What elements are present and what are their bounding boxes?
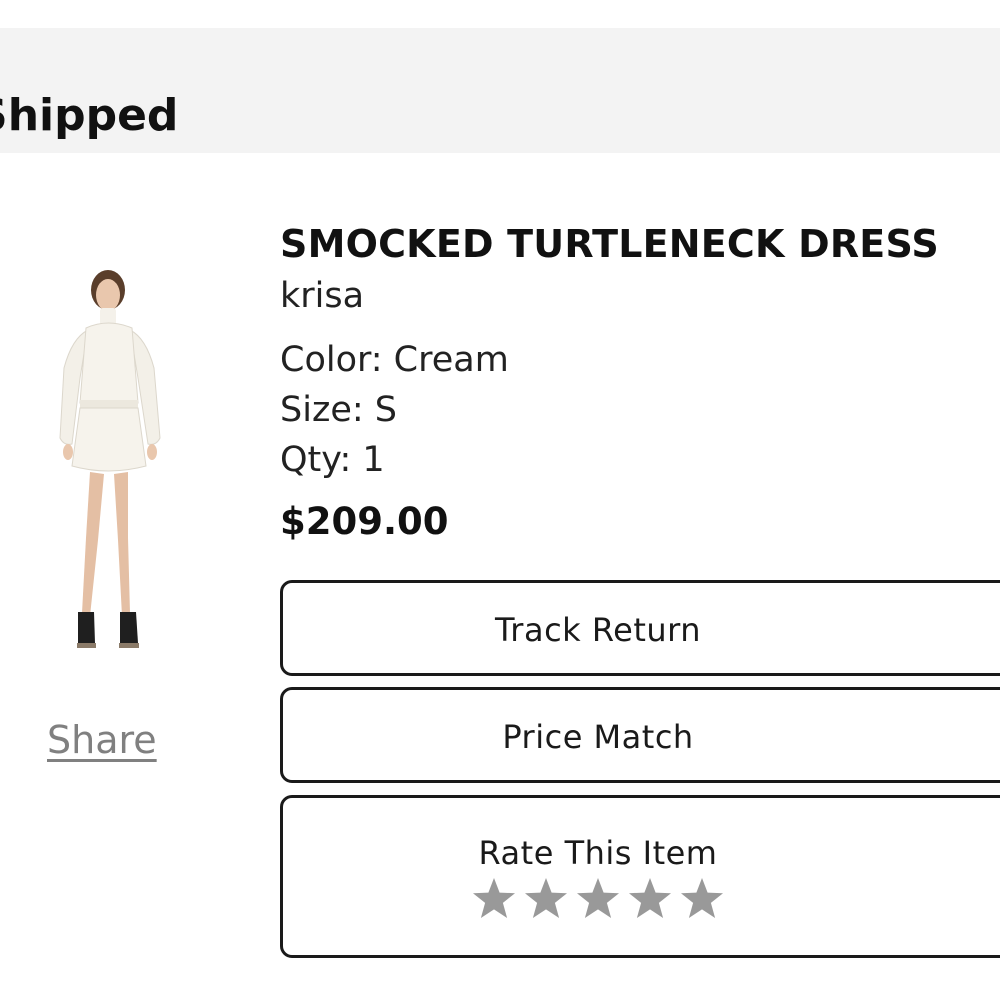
star-icon[interactable]: [627, 876, 673, 922]
product-title[interactable]: SMOCKED TURTLENECK DRESS: [280, 222, 939, 266]
track-return-label: Track Return: [494, 611, 702, 649]
order-status-banner: Shipped: [0, 28, 1000, 153]
track-return-button[interactable]: Track Return: [280, 580, 1000, 676]
order-item-page: Shipped: [0, 0, 1000, 1000]
product-color: Color: Cream: [280, 340, 509, 380]
star-icon[interactable]: [471, 876, 517, 922]
price-match-label: Price Match: [502, 718, 694, 756]
product-price: $209.00: [280, 500, 449, 543]
product-brand[interactable]: krisa: [280, 276, 364, 316]
product-quantity: Qty: 1: [280, 440, 385, 480]
star-rating[interactable]: [283, 876, 1000, 922]
share-link[interactable]: Share: [47, 718, 157, 762]
product-size: Size: S: [280, 390, 397, 430]
star-icon[interactable]: [679, 876, 725, 922]
star-icon[interactable]: [575, 876, 621, 922]
order-status-text: Shipped: [0, 90, 179, 141]
price-match-button[interactable]: Price Match: [280, 687, 1000, 783]
product-image[interactable]: [50, 268, 168, 658]
dress-product-photo-icon: [59, 270, 161, 648]
rate-item-label: Rate This Item: [478, 834, 718, 872]
rate-item-panel[interactable]: Rate This Item: [280, 795, 1000, 958]
star-icon[interactable]: [523, 876, 569, 922]
